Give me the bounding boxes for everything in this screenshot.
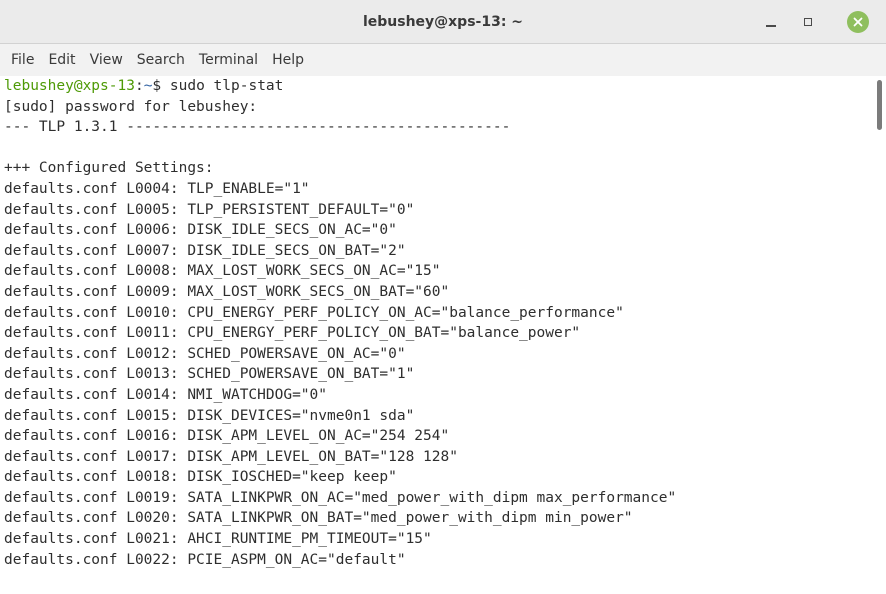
- maximize-button[interactable]: [797, 11, 819, 33]
- output-line: defaults.conf L0020: SATA_LINKPWR_ON_BAT…: [4, 510, 633, 527]
- menu-view[interactable]: View: [83, 44, 130, 76]
- menu-bar: File Edit View Search Terminal Help: [0, 44, 886, 76]
- output-line: [sudo] password for lebushey:: [4, 98, 258, 115]
- menu-search[interactable]: Search: [130, 44, 192, 76]
- output-line: defaults.conf L0011: CPU_ENERGY_PERF_POL…: [4, 325, 581, 342]
- output-line: defaults.conf L0017: DISK_APM_LEVEL_ON_B…: [4, 448, 458, 465]
- output-line: --- TLP 1.3.1 --------------------------…: [4, 119, 511, 136]
- output-line: defaults.conf L0019: SATA_LINKPWR_ON_AC=…: [4, 489, 677, 506]
- prompt-user-host: lebushey@xps-13: [4, 78, 135, 94]
- prompt-symbol: $: [152, 78, 170, 94]
- menu-help[interactable]: Help: [265, 44, 311, 76]
- minimize-icon: [766, 25, 776, 27]
- output-line: defaults.conf L0007: DISK_IDLE_SECS_ON_B…: [4, 242, 406, 259]
- output-line: defaults.conf L0004: TLP_ENABLE="1": [4, 180, 310, 197]
- output-line: defaults.conf L0005: TLP_PERSISTENT_DEFA…: [4, 201, 415, 218]
- minimize-button[interactable]: [760, 11, 782, 33]
- prompt-separator: :: [134, 78, 144, 94]
- output-line: defaults.conf L0016: DISK_APM_LEVEL_ON_A…: [4, 428, 450, 445]
- terminal-window: lebushey@xps-13: ~ File Edit View Search…: [0, 0, 886, 594]
- output-line: defaults.conf L0010: CPU_ENERGY_PERF_POL…: [4, 304, 624, 321]
- output-line: defaults.conf L0008: MAX_LOST_WORK_SECS_…: [4, 263, 441, 280]
- output-line: defaults.conf L0012: SCHED_POWERSAVE_ON_…: [4, 345, 406, 362]
- output-line: defaults.conf L0014: NMI_WATCHDOG="0": [4, 386, 328, 403]
- output-line: defaults.conf L0021: AHCI_RUNTIME_PM_TIM…: [4, 531, 432, 548]
- output-lines: [sudo] password for lebushey: --- TLP 1.3…: [4, 97, 872, 571]
- prompt-line: lebushey@xps-13:~$ sudo tlp-stat: [4, 76, 872, 97]
- output-line: defaults.conf L0013: SCHED_POWERSAVE_ON_…: [4, 366, 415, 383]
- close-button[interactable]: [847, 11, 869, 33]
- output-line: defaults.conf L0009: MAX_LOST_WORK_SECS_…: [4, 283, 450, 300]
- output-line: defaults.conf L0022: PCIE_ASPM_ON_AC="de…: [4, 551, 406, 568]
- scrollbar[interactable]: [872, 76, 886, 594]
- menu-file[interactable]: File: [4, 44, 41, 76]
- prompt-command: sudo tlp-stat: [169, 78, 284, 94]
- menu-edit[interactable]: Edit: [41, 44, 82, 76]
- terminal-output[interactable]: lebushey@xps-13:~$ sudo tlp-stat [sudo] …: [0, 76, 872, 594]
- menu-terminal[interactable]: Terminal: [192, 44, 265, 76]
- output-line: +++ Configured Settings:: [4, 160, 214, 177]
- title-bar[interactable]: lebushey@xps-13: ~: [0, 0, 886, 44]
- maximize-icon: [804, 18, 812, 26]
- output-line: defaults.conf L0015: DISK_DEVICES="nvme0…: [4, 407, 415, 424]
- output-line: defaults.conf L0006: DISK_IDLE_SECS_ON_A…: [4, 222, 397, 239]
- output-line: defaults.conf L0018: DISK_IOSCHED="keep …: [4, 469, 397, 486]
- scrollbar-thumb[interactable]: [877, 80, 882, 130]
- window-title: lebushey@xps-13: ~: [362, 14, 524, 30]
- close-icon: [847, 11, 869, 33]
